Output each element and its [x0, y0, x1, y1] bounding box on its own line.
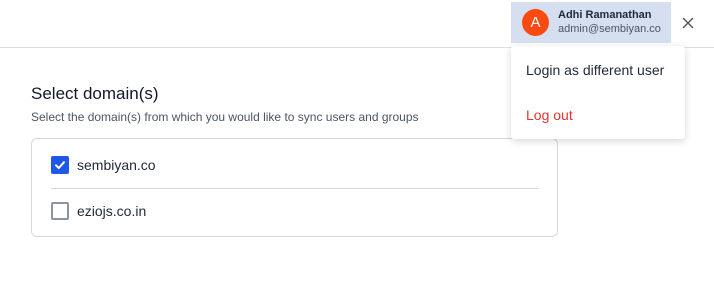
- sync-domains-page: A Adhi Ramanathan admin@sembiyan.co Logi…: [0, 0, 714, 302]
- domain-list-card: sembiyan.co eziojs.co.in: [31, 138, 558, 237]
- user-avatar: A: [522, 9, 549, 36]
- user-email: admin@sembiyan.co: [558, 22, 661, 35]
- login-as-different-user-menu-item[interactable]: Login as different user: [526, 62, 664, 78]
- domain-label: sembiyan.co: [77, 157, 156, 173]
- top-bar: A Adhi Ramanathan admin@sembiyan.co: [0, 0, 714, 48]
- log-out-menu-item[interactable]: Log out: [526, 107, 573, 123]
- domain-label: eziojs.co.in: [77, 203, 147, 219]
- user-name: Adhi Ramanathan: [558, 8, 652, 21]
- user-menu-dropdown: Login as different user Log out: [511, 46, 685, 139]
- user-info: Adhi Ramanathan admin@sembiyan.co: [558, 9, 661, 37]
- domain-option-eziojs[interactable]: eziojs.co.in: [51, 202, 146, 220]
- checkbox-checked-icon[interactable]: [51, 156, 69, 174]
- page-title: Select domain(s): [31, 84, 159, 103]
- domain-option-sembiyan[interactable]: sembiyan.co: [51, 156, 156, 174]
- page-subtitle: Select the domain(s) from which you woul…: [31, 110, 419, 124]
- checkbox-unchecked-icon[interactable]: [51, 202, 69, 220]
- user-profile-chip[interactable]: A Adhi Ramanathan admin@sembiyan.co: [511, 2, 671, 43]
- divider: [51, 188, 539, 189]
- close-icon[interactable]: [680, 15, 696, 31]
